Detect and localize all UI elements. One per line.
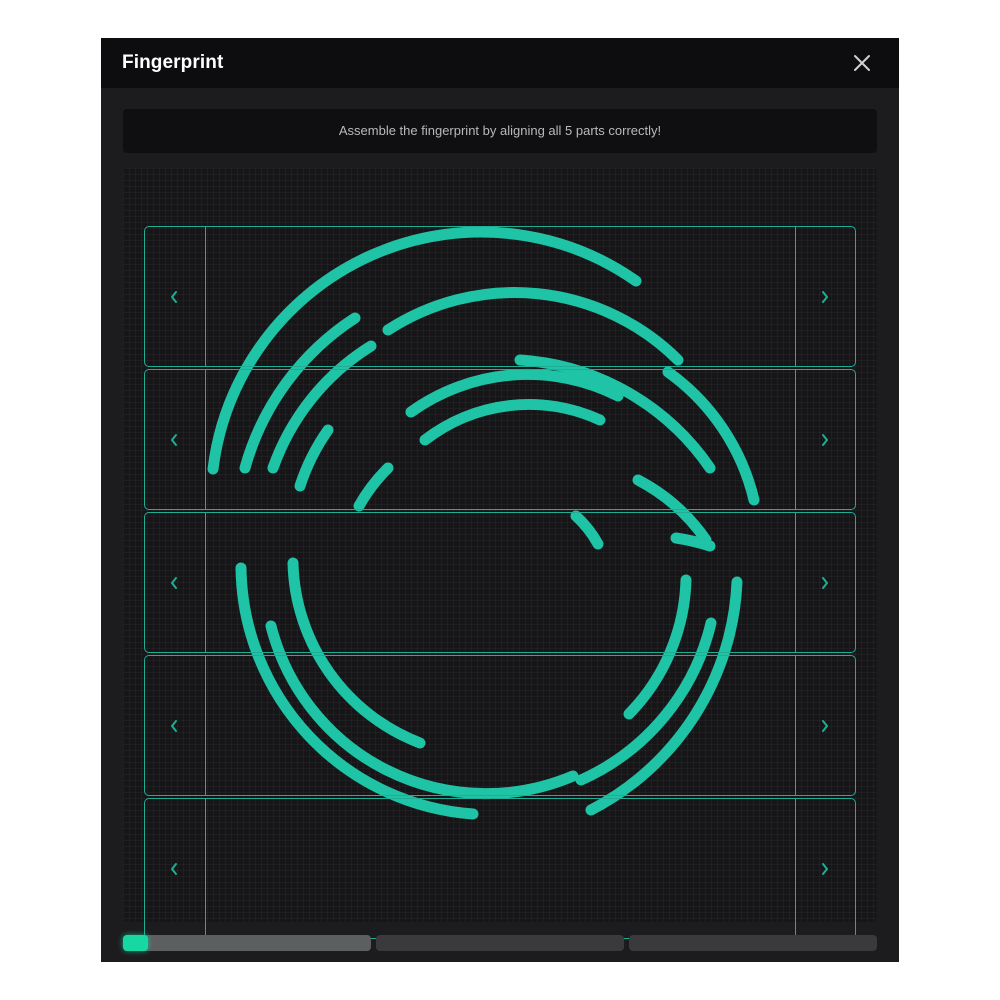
strip-divider-left <box>205 513 206 652</box>
instructions-banner: Assemble the fingerprint by aligning all… <box>123 109 877 153</box>
puzzle-area <box>123 168 877 939</box>
chevron-right-icon <box>822 719 828 732</box>
close-icon <box>854 55 870 71</box>
strip-5-left-button[interactable] <box>145 799 203 938</box>
strip-3-left-button[interactable] <box>145 513 203 652</box>
chevron-right-icon <box>822 290 828 303</box>
strip-divider-left <box>205 656 206 795</box>
progress-segment-1 <box>123 935 371 951</box>
chevron-left-icon <box>171 290 177 303</box>
strip-divider-left <box>205 799 206 938</box>
strip-4-right-button[interactable] <box>796 656 854 795</box>
close-button[interactable] <box>849 50 875 76</box>
fingerprint-strip-4 <box>144 655 856 796</box>
strip-1-right-button[interactable] <box>796 227 854 366</box>
chevron-right-icon <box>822 862 828 875</box>
chevron-left-icon <box>171 576 177 589</box>
chevron-left-icon <box>171 719 177 732</box>
fingerprint-strip-2 <box>144 369 856 510</box>
strip-5-right-button[interactable] <box>796 799 854 938</box>
strip-1-left-button[interactable] <box>145 227 203 366</box>
title-bar: Fingerprint <box>101 38 899 88</box>
chevron-right-icon <box>822 433 828 446</box>
window-title: Fingerprint <box>122 52 224 73</box>
chevron-left-icon <box>171 862 177 875</box>
strip-2-left-button[interactable] <box>145 370 203 509</box>
strip-3-right-button[interactable] <box>796 513 854 652</box>
fingerprint-strip-1 <box>144 226 856 367</box>
strip-4-left-button[interactable] <box>145 656 203 795</box>
progress-bar <box>123 935 877 951</box>
fingerprint-strip-3 <box>144 512 856 653</box>
chevron-right-icon <box>822 576 828 589</box>
fingerprint-strip-5 <box>144 798 856 939</box>
progress-segment-3 <box>629 935 877 951</box>
progress-fill <box>123 935 148 951</box>
strip-2-right-button[interactable] <box>796 370 854 509</box>
strip-divider-left <box>205 227 206 366</box>
chevron-left-icon <box>171 433 177 446</box>
fingerprint-window: Fingerprint Assemble the fingerprint by … <box>101 38 899 962</box>
progress-segment-2 <box>376 935 624 951</box>
strip-divider-left <box>205 370 206 509</box>
